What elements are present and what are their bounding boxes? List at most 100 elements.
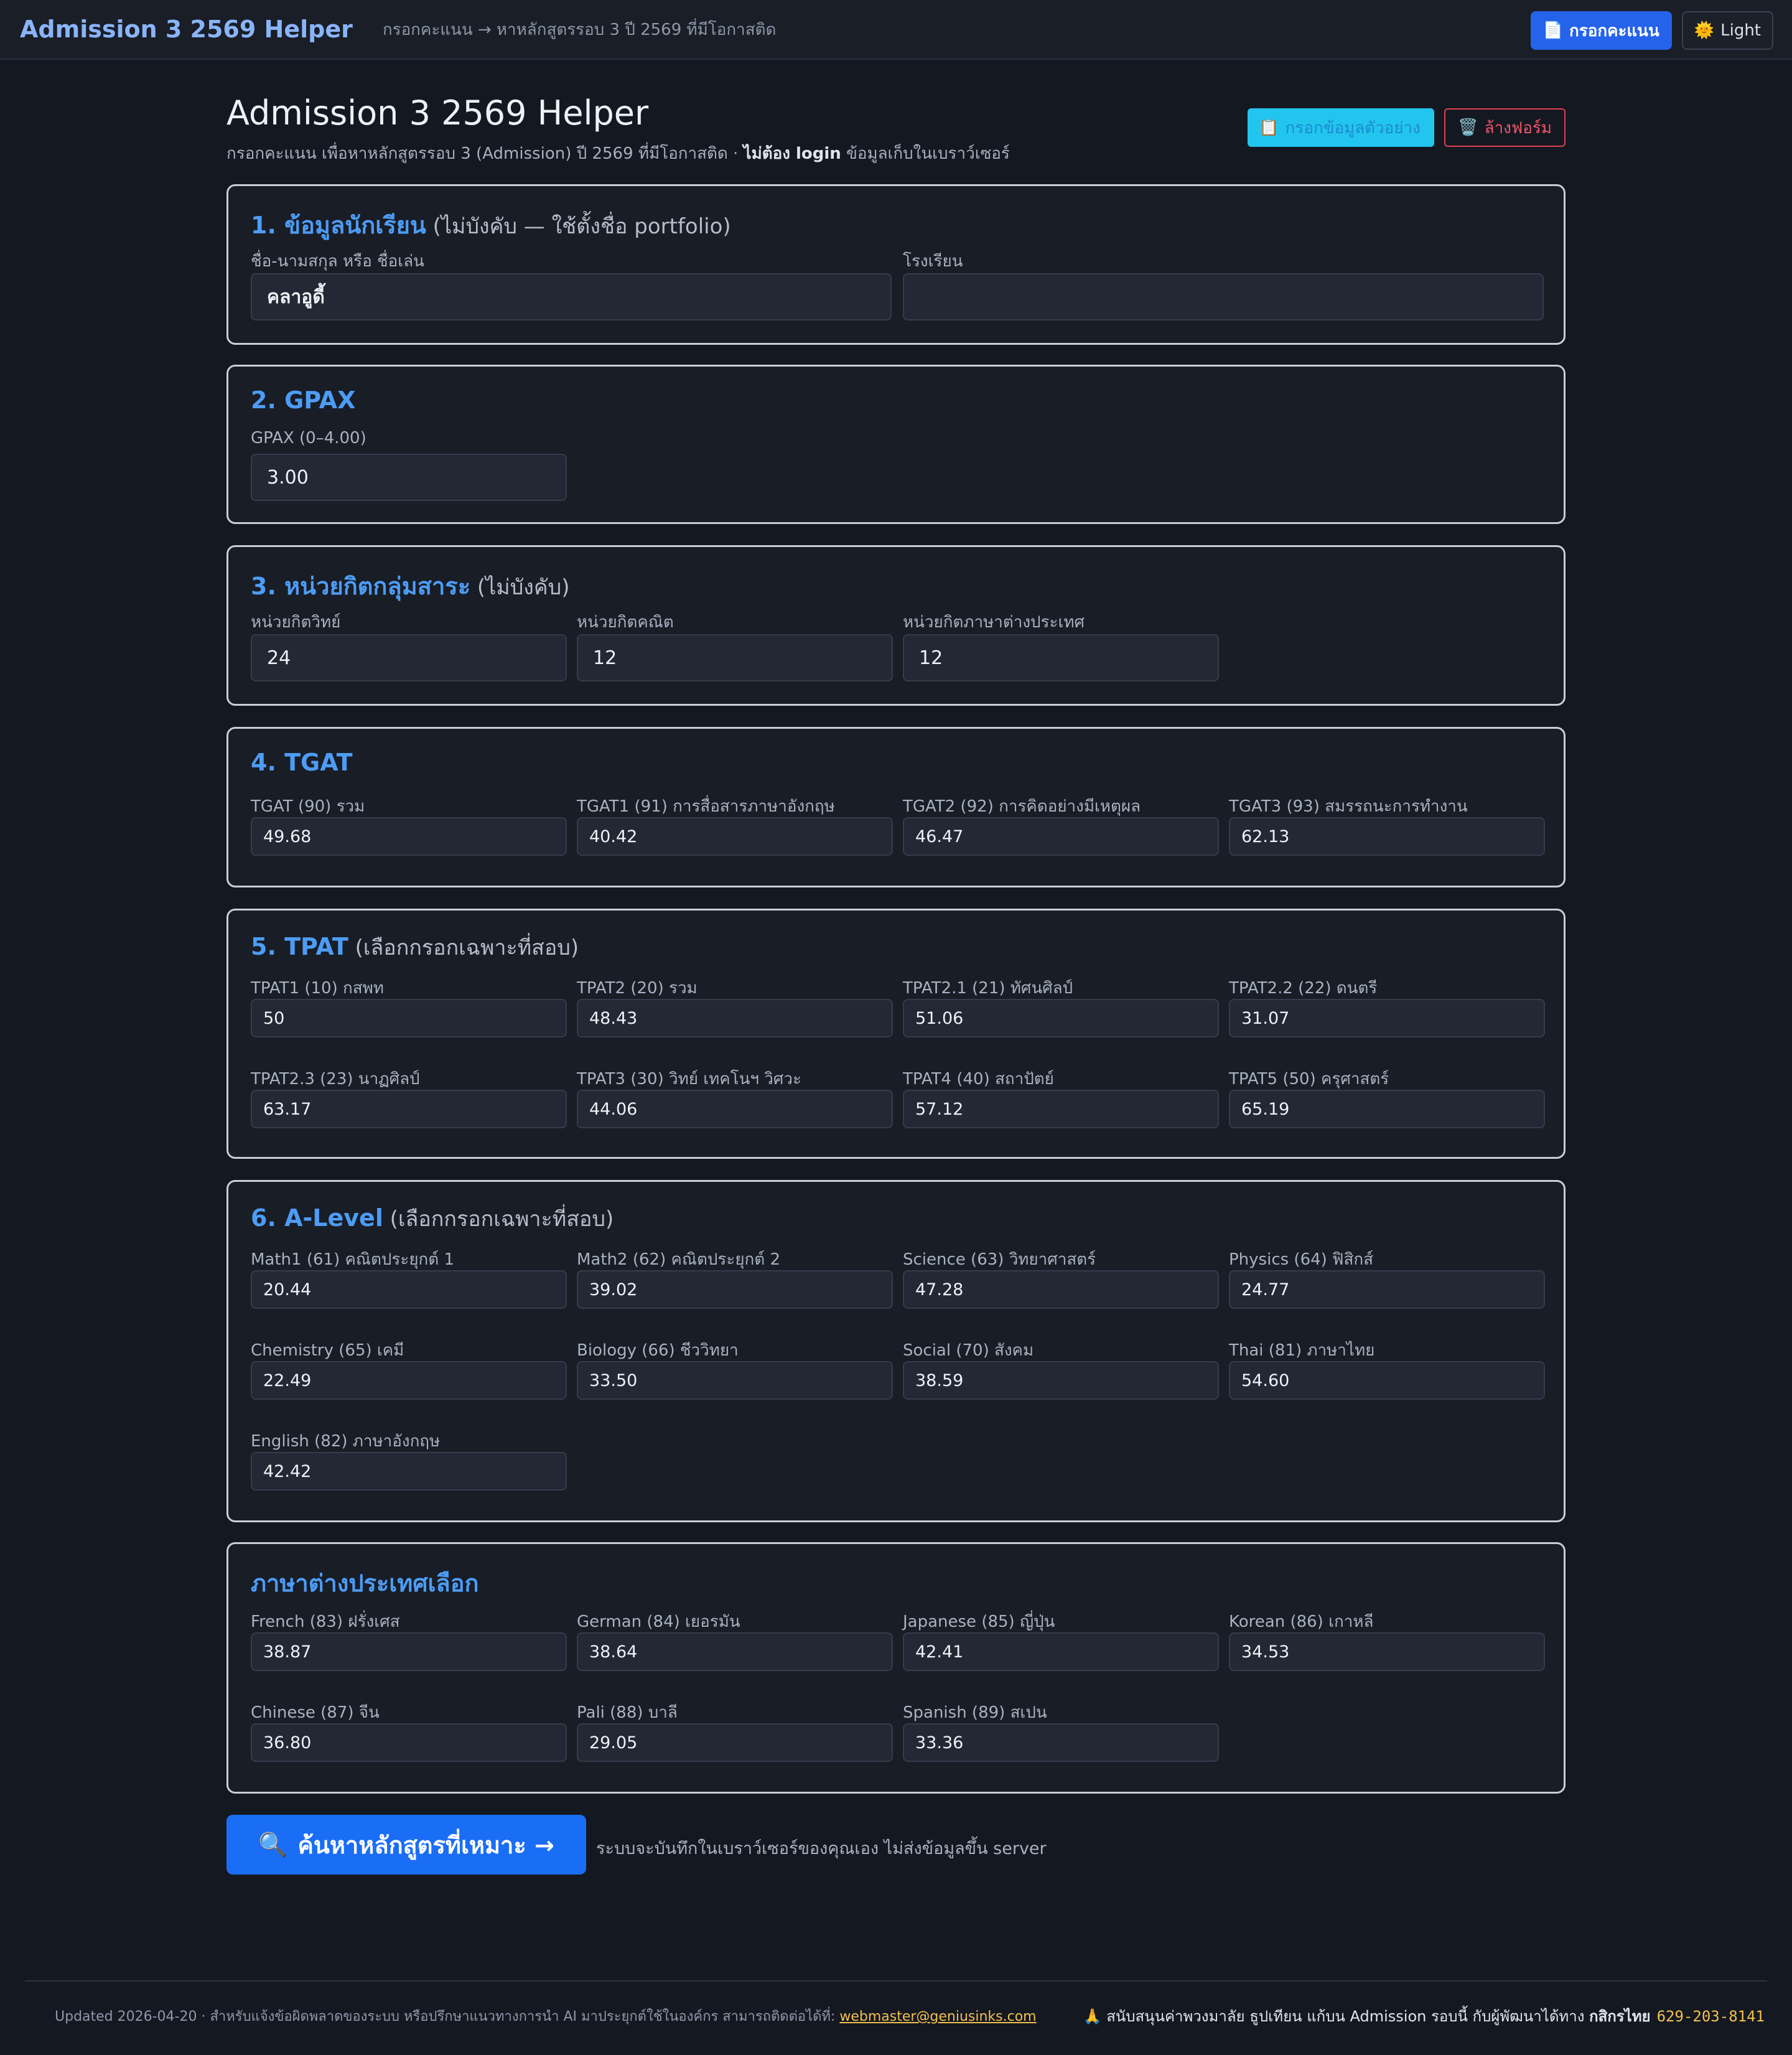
score-field: French (83) ฝรั่งเศส 38.87 — [251, 1609, 567, 1671]
clear-form-label: ล้างฟอร์ม — [1484, 118, 1552, 138]
score-input[interactable]: 39.02 — [577, 1270, 893, 1309]
score-input[interactable]: 12 — [577, 634, 893, 681]
score-input[interactable]: 42.41 — [903, 1632, 1219, 1671]
score-input[interactable]: 24 — [251, 634, 567, 681]
score-field: Spanish (89) สเปน 33.36 — [903, 1700, 1219, 1762]
score-label: TPAT2 (20) รวม — [577, 979, 698, 998]
nav-scores-button[interactable]: 📄 กรอกคะแนน — [1530, 11, 1672, 50]
score-field: หน่วยกิตภาษาต่างประเทศ 12 — [903, 609, 1219, 681]
search-programs-button[interactable]: 🔍 ค้นหาหลักสูตรที่เหมาะ → — [226, 1815, 586, 1875]
foreign-lang-card: ภาษาต่างประเทศเลือก French (83) ฝรั่งเศส… — [226, 1542, 1566, 1794]
score-label: TPAT2.3 (23) นาฏศิลป์ — [251, 1070, 420, 1088]
score-input[interactable]: 38.87 — [251, 1632, 567, 1671]
student-info-card: 1. ข้อมูลนักเรียน (ไม่บังคับ — ใช้ตั้งชื… — [226, 184, 1566, 345]
score-input[interactable]: 33.36 — [903, 1723, 1219, 1762]
score-input[interactable]: 34.53 — [1229, 1632, 1545, 1671]
score-field: TPAT4 (40) สถาปัตย์ 57.12 — [903, 1066, 1219, 1128]
score-label: Korean (86) เกาหลี — [1229, 1613, 1374, 1631]
score-label: German (84) เยอรมัน — [577, 1613, 740, 1631]
gpax-field: GPAX (0–4.00) 3.00 — [251, 429, 567, 501]
privacy-note: ระบบจะบันทึกในเบราว์เซอร์ของคุณเอง ไม่ส่… — [596, 1839, 1047, 1858]
score-input[interactable]: 33.50 — [577, 1361, 893, 1400]
theme-toggle-button[interactable]: 🌞 Light — [1681, 11, 1773, 50]
school-input[interactable] — [903, 273, 1544, 321]
score-input[interactable]: 44.06 — [577, 1090, 893, 1128]
score-input[interactable]: 38.59 — [903, 1361, 1219, 1400]
support-text: สนับสนุนค่าพวงมาลัย ธูปเทียน แก้บน Admis… — [1106, 2008, 1590, 2025]
score-label: Spanish (89) สเปน — [903, 1703, 1047, 1722]
score-label: Physics (64) ฟิสิกส์ — [1229, 1250, 1373, 1269]
score-input[interactable]: 12 — [903, 634, 1219, 681]
gpax-input[interactable]: 3.00 — [251, 454, 567, 501]
score-input[interactable]: 20.44 — [251, 1270, 567, 1309]
score-input[interactable]: 63.17 — [251, 1090, 567, 1128]
clear-form-button[interactable]: 🗑️ ล้างฟอร์ม — [1444, 108, 1566, 147]
section-heading: 4. TGAT — [251, 749, 353, 776]
score-input[interactable]: 24.77 — [1229, 1270, 1545, 1309]
fill-example-button[interactable]: 📋 กรอกข้อมูลตัวอย่าง — [1248, 108, 1435, 147]
score-input[interactable]: 46.47 — [903, 817, 1219, 856]
score-input[interactable]: 48.43 — [577, 999, 893, 1037]
score-input[interactable]: 38.64 — [577, 1632, 893, 1671]
score-field: TPAT2 (20) รวม 48.43 — [577, 975, 893, 1037]
footer-contact-text: Updated 2026-04-20 · สำหรับแจ้งข้อผิดพลา… — [55, 2009, 840, 2025]
score-field: TPAT1 (10) กสพท 50 — [251, 975, 567, 1037]
section-heading: 3. หน่วยกิตกลุ่มสาระ — [251, 573, 471, 600]
score-field: TGAT (90) รวม 49.68 — [251, 793, 567, 856]
score-input[interactable]: 49.68 — [251, 817, 567, 856]
score-label: หน่วยกิตวิทย์ — [251, 613, 341, 632]
footer-divider — [25, 1980, 1767, 1982]
score-field: TPAT2.1 (21) ทัศนศิลป์ 51.06 — [903, 975, 1219, 1037]
score-label: TGAT (90) รวม — [251, 797, 365, 816]
subtitle-emphasis: ไม่ต้อง login — [743, 144, 841, 163]
score-input[interactable]: 29.05 — [577, 1723, 893, 1762]
section-optional-note: (ไม่บังคับ) — [470, 575, 570, 600]
score-field: Social (70) สังคม 38.59 — [903, 1337, 1219, 1400]
score-input[interactable]: 65.19 — [1229, 1090, 1545, 1128]
score-label: Thai (81) ภาษาไทย — [1229, 1341, 1375, 1360]
score-input[interactable]: 54.60 — [1229, 1361, 1545, 1400]
section-optional-note: (เลือกกรอกเฉพาะที่สอบ) — [383, 1207, 614, 1232]
section-title: 3. หน่วยกิตกลุ่มสาระ (ไม่บังคับ) — [251, 567, 569, 605]
section-title: 6. A-Level (เลือกกรอกเฉพาะที่สอบ) — [251, 1202, 614, 1235]
score-field: Biology (66) ชีววิทยา 33.50 — [577, 1337, 893, 1400]
contact-email-link[interactable]: webmaster@geniusinks.com — [839, 2009, 1036, 2025]
score-field: Pali (88) บาลี 29.05 — [577, 1700, 893, 1762]
score-input[interactable]: 36.80 — [251, 1723, 567, 1762]
nav-scores-label: กรอกคะแนน — [1569, 21, 1659, 40]
score-label: TPAT5 (50) ครุศาสตร์ — [1229, 1070, 1389, 1088]
score-field: Chemistry (65) เคมี 22.49 — [251, 1337, 567, 1400]
score-input[interactable]: 57.12 — [903, 1090, 1219, 1128]
score-input[interactable]: 22.49 — [251, 1361, 567, 1400]
score-field: TGAT2 (92) การคิดอย่างมีเหตุผล 46.47 — [903, 793, 1219, 856]
bank-name: กสิกรไทย — [1589, 2008, 1651, 2025]
score-input[interactable]: 31.07 — [1229, 999, 1545, 1037]
score-field: Thai (81) ภาษาไทย 54.60 — [1229, 1337, 1545, 1400]
section-heading: 5. TPAT — [251, 933, 348, 960]
score-field: TPAT2.3 (23) นาฏศิลป์ 63.17 — [251, 1066, 567, 1128]
alevel-card: 6. A-Level (เลือกกรอกเฉพาะที่สอบ) Math1 … — [226, 1180, 1566, 1522]
score-input[interactable]: 50 — [251, 999, 567, 1037]
section-title: 1. ข้อมูลนักเรียน (ไม่บังคับ — ใช้ตั้งชื… — [251, 206, 731, 244]
score-input[interactable]: 47.28 — [903, 1270, 1219, 1309]
clipboard-icon: 📋 — [1259, 118, 1279, 137]
score-input[interactable]: 42.42 — [251, 1452, 567, 1491]
search-icon: 🔍 — [258, 1830, 288, 1858]
score-field: TPAT5 (50) ครุศาสตร์ 65.19 — [1229, 1066, 1545, 1128]
name-input[interactable]: คลาอูดี้ — [251, 273, 892, 321]
score-label: Japanese (85) ญี่ปุ่น — [903, 1613, 1055, 1631]
score-field: Math2 (62) คณิตประยุกต์ 2 39.02 — [577, 1247, 893, 1309]
score-label: TPAT2.1 (21) ทัศนศิลป์ — [903, 979, 1073, 998]
score-input[interactable]: 62.13 — [1229, 817, 1545, 856]
score-field: Japanese (85) ญี่ปุ่น 42.41 — [903, 1609, 1219, 1671]
footer-support: 🙏 สนับสนุนค่าพวงมาลัย ธูปเทียน แก้บน Adm… — [1083, 2004, 1765, 2028]
bank-account-number[interactable]: 629-203-8141 — [1657, 2008, 1765, 2025]
score-input[interactable]: 40.42 — [577, 817, 893, 856]
school-label: โรงเรียน — [903, 252, 963, 271]
score-input[interactable]: 51.06 — [903, 999, 1219, 1037]
subtitle-part: กรอกคะแนน เพื่อหาหลักสูตรรอบ 3 (Admissio… — [226, 144, 744, 163]
score-field: Korean (86) เกาหลี 34.53 — [1229, 1609, 1545, 1671]
page-subtitle: กรอกคะแนน เพื่อหาหลักสูตรรอบ 3 (Admissio… — [226, 141, 1010, 166]
subtitle-part-end: ข้อมูลเก็บในเบราว์เซอร์ — [841, 144, 1010, 163]
app-brand[interactable]: Admission 3 2569 Helper — [20, 16, 353, 43]
